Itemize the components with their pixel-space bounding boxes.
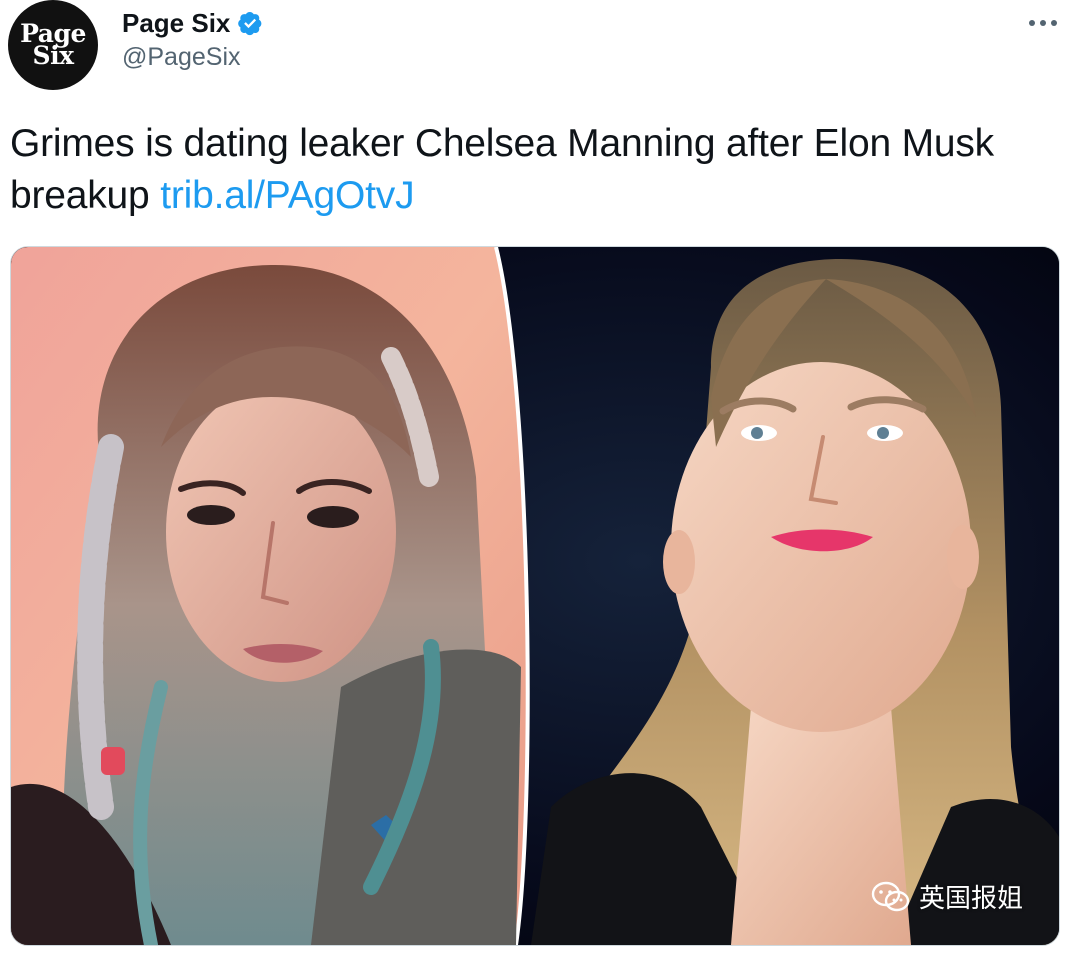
author-name[interactable]: Page Six [122, 8, 230, 39]
more-options-button[interactable] [1026, 6, 1060, 40]
watermark: 英国报姐 [871, 878, 1023, 915]
photo-grimes [11, 247, 530, 945]
avatar[interactable]: Page Six [8, 0, 98, 90]
media-photos [11, 247, 1059, 945]
tweet-text: Grimes is dating leaker Chelsea Manning … [10, 122, 994, 217]
tweet-media[interactable]: 英国报姐 [10, 246, 1060, 946]
author-name-row: Page Six [122, 5, 263, 41]
tweet-text-block: Grimes is dating leaker Chelsea Manning … [10, 118, 1060, 222]
verified-badge-icon [238, 11, 262, 36]
more-dots-icon [1029, 20, 1057, 26]
wechat-icon [871, 881, 910, 911]
author-handle[interactable]: @PageSix [122, 43, 263, 72]
watermark-text: 英国报姐 [918, 884, 1023, 914]
author-info: Page Six @PageSix [122, 5, 263, 72]
avatar-text-line2: Six [32, 40, 74, 70]
tweet-link[interactable]: trib.al/PAgOtvJ [160, 174, 414, 217]
tweet: Page Six Page Six @PageSix Grimes is dat… [0, 0, 1080, 962]
